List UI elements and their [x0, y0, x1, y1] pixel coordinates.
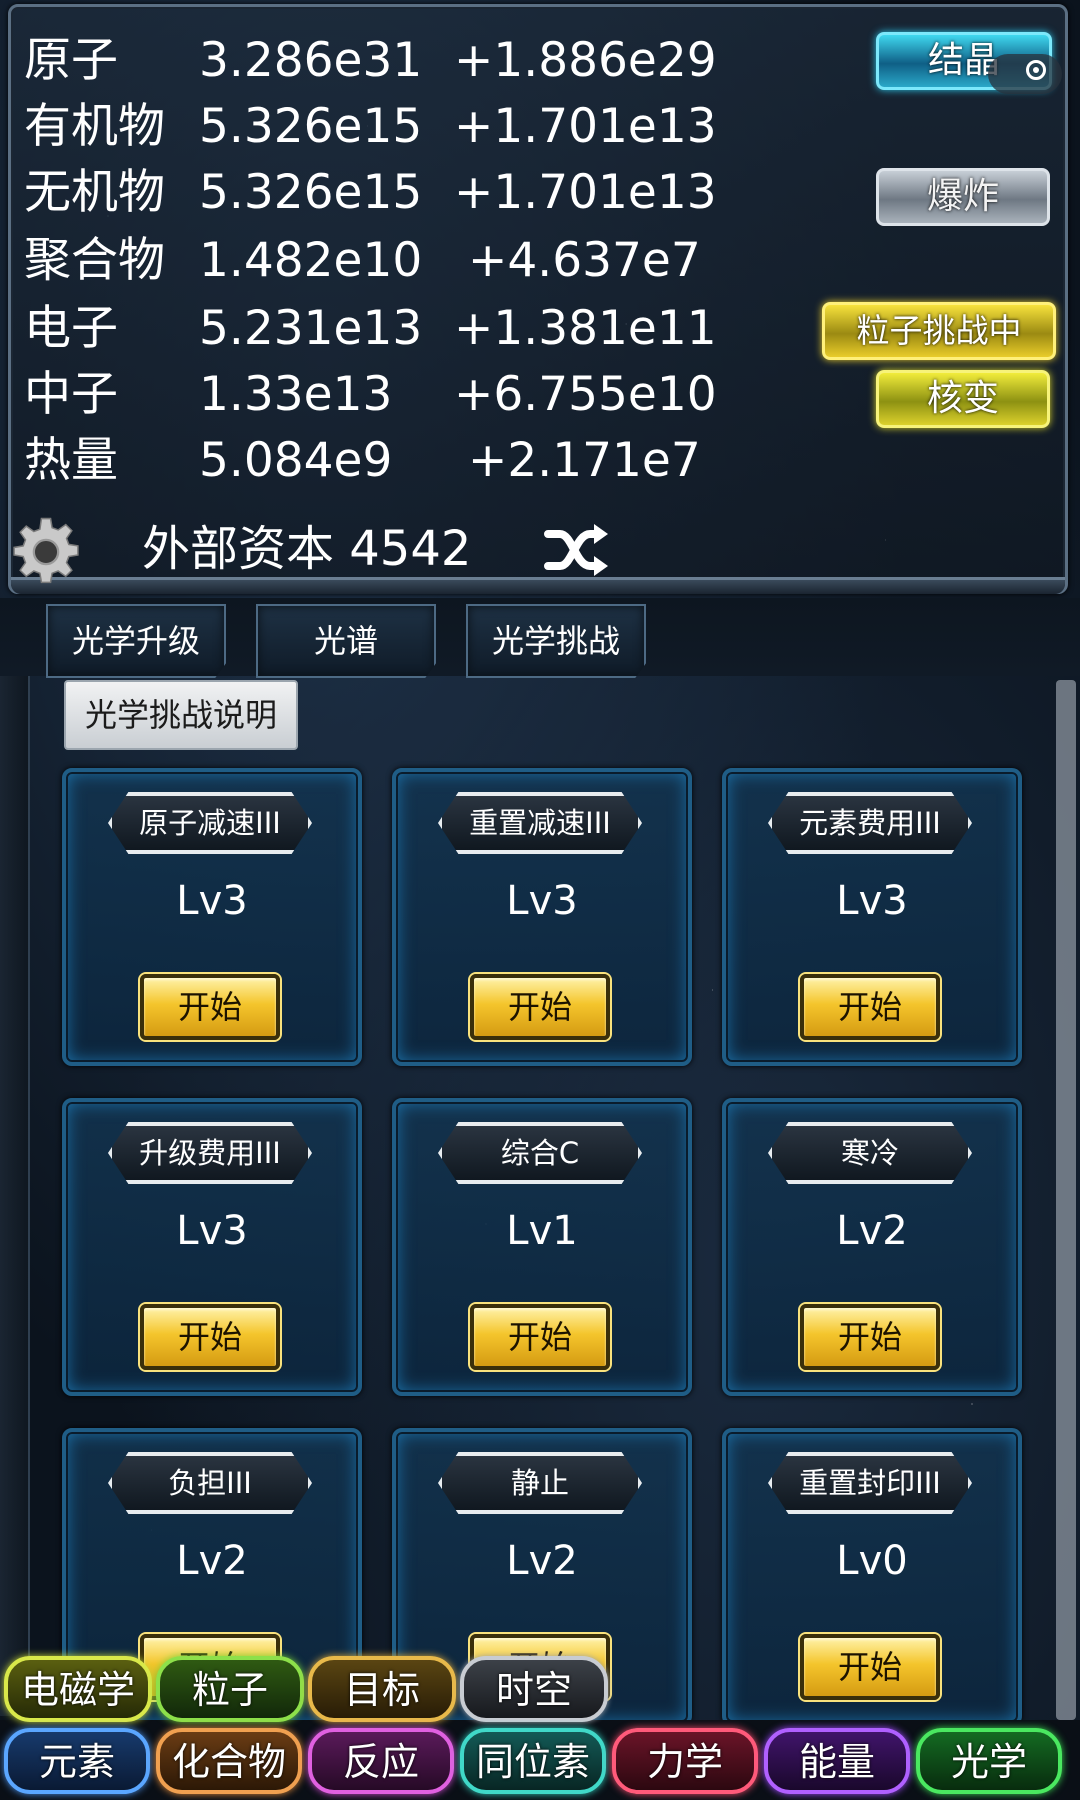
- nav-reaction[interactable]: 反应: [308, 1728, 454, 1794]
- challenge-level: Lv3: [176, 1208, 248, 1254]
- wechat-capsule-icon[interactable]: [988, 54, 1062, 94]
- resource-value: 5.084e9: [199, 433, 393, 488]
- nav-electromagnetism[interactable]: 电磁学: [4, 1656, 152, 1722]
- external-capital-label: 外部资本 4542: [142, 521, 472, 577]
- challenge-title: 元素费用III: [768, 792, 972, 854]
- resource-rate: +1.381e11: [454, 301, 717, 356]
- start-button[interactable]: 开始: [140, 1304, 280, 1370]
- challenge-level: Lv2: [836, 1208, 908, 1254]
- start-button[interactable]: 开始: [800, 1304, 940, 1370]
- nav-element[interactable]: 元素: [4, 1728, 150, 1794]
- challenge-level: Lv3: [836, 878, 908, 924]
- resource-name: 热量: [24, 433, 118, 488]
- resource-rate: +6.755e10: [454, 367, 717, 422]
- nav-isotope[interactable]: 同位素: [460, 1728, 606, 1794]
- challenge-card: 重置减速III Lv3 开始: [392, 768, 692, 1066]
- explode-button[interactable]: 爆炸: [876, 168, 1050, 226]
- challenge-title: 重置封印III: [768, 1452, 972, 1514]
- challenge-level: Lv3: [176, 878, 248, 924]
- gear-icon[interactable]: [8, 514, 84, 590]
- resource-value: 3.286e31: [199, 33, 423, 88]
- challenge-card: 元素费用III Lv3 开始: [722, 768, 1022, 1066]
- resource-value: 5.231e13: [199, 301, 423, 356]
- tab-optics-challenge[interactable]: 光学挑战: [466, 604, 646, 678]
- resource-name: 中子: [24, 367, 118, 422]
- nav-energy[interactable]: 能量: [764, 1728, 910, 1794]
- tab-spectrum[interactable]: 光谱: [256, 604, 436, 678]
- challenge-level: Lv2: [506, 1538, 578, 1584]
- nuclear-button[interactable]: 核变: [876, 370, 1050, 428]
- resource-value: 5.326e15: [199, 99, 423, 154]
- nav-goal[interactable]: 目标: [308, 1656, 456, 1722]
- resource-name: 聚合物: [24, 233, 165, 288]
- resource-rate: +1.701e13: [454, 99, 717, 154]
- nav-particle[interactable]: 粒子: [156, 1656, 304, 1722]
- tab-optics-upgrade[interactable]: 光学升级: [46, 604, 226, 678]
- nav-optics[interactable]: 光学: [916, 1728, 1062, 1794]
- resource-rate: +1.886e29: [454, 33, 717, 88]
- scrollbar[interactable]: [1056, 680, 1076, 1720]
- challenge-title: 静止: [438, 1452, 642, 1514]
- challenge-level: Lv2: [176, 1538, 248, 1584]
- optics-challenge-explain-button[interactable]: 光学挑战说明: [64, 680, 298, 750]
- left-rail: [0, 676, 30, 1716]
- start-button[interactable]: 开始: [470, 974, 610, 1040]
- shuffle-icon[interactable]: [544, 522, 610, 578]
- record-icon: [1026, 60, 1046, 80]
- particle-challenge-button[interactable]: 粒子挑战中: [822, 302, 1056, 360]
- nav-spacetime[interactable]: 时空: [460, 1656, 608, 1722]
- challenge-card: 综合C Lv1 开始: [392, 1098, 692, 1396]
- challenge-title: 综合C: [438, 1122, 642, 1184]
- resource-rate: +1.701e13: [454, 165, 717, 220]
- resource-name: 原子: [24, 33, 118, 88]
- challenge-title: 寒冷: [768, 1122, 972, 1184]
- challenge-level: Lv1: [506, 1208, 578, 1254]
- start-button[interactable]: 开始: [140, 974, 280, 1040]
- challenge-card: 寒冷 Lv2 开始: [722, 1098, 1022, 1396]
- nav-compound[interactable]: 化合物: [156, 1728, 302, 1794]
- challenge-title: 原子减速III: [108, 792, 312, 854]
- challenge-card: 原子减速III Lv3 开始: [62, 768, 362, 1066]
- resource-name: 有机物: [24, 99, 165, 154]
- start-button[interactable]: 开始: [800, 1634, 940, 1700]
- start-button[interactable]: 开始: [800, 974, 940, 1040]
- resource-name: 电子: [24, 301, 118, 356]
- nav-mechanics[interactable]: 力学: [612, 1728, 758, 1794]
- start-button[interactable]: 开始: [470, 1304, 610, 1370]
- resource-name: 无机物: [24, 165, 165, 220]
- resource-rate: +4.637e7: [468, 233, 701, 288]
- challenge-card: 重置封印III Lv0 开始: [722, 1428, 1022, 1726]
- resource-value: 1.33e13: [199, 367, 393, 422]
- resource-value: 1.482e10: [199, 233, 423, 288]
- resource-value: 5.326e15: [199, 165, 423, 220]
- resource-rate: +2.171e7: [468, 433, 701, 488]
- challenge-level: Lv3: [506, 878, 578, 924]
- challenge-title: 升级费用III: [108, 1122, 312, 1184]
- challenge-title: 重置减速III: [438, 792, 642, 854]
- challenge-card: 升级费用III Lv3 开始: [62, 1098, 362, 1396]
- challenge-title: 负担III: [108, 1452, 312, 1514]
- challenge-level: Lv0: [836, 1538, 908, 1584]
